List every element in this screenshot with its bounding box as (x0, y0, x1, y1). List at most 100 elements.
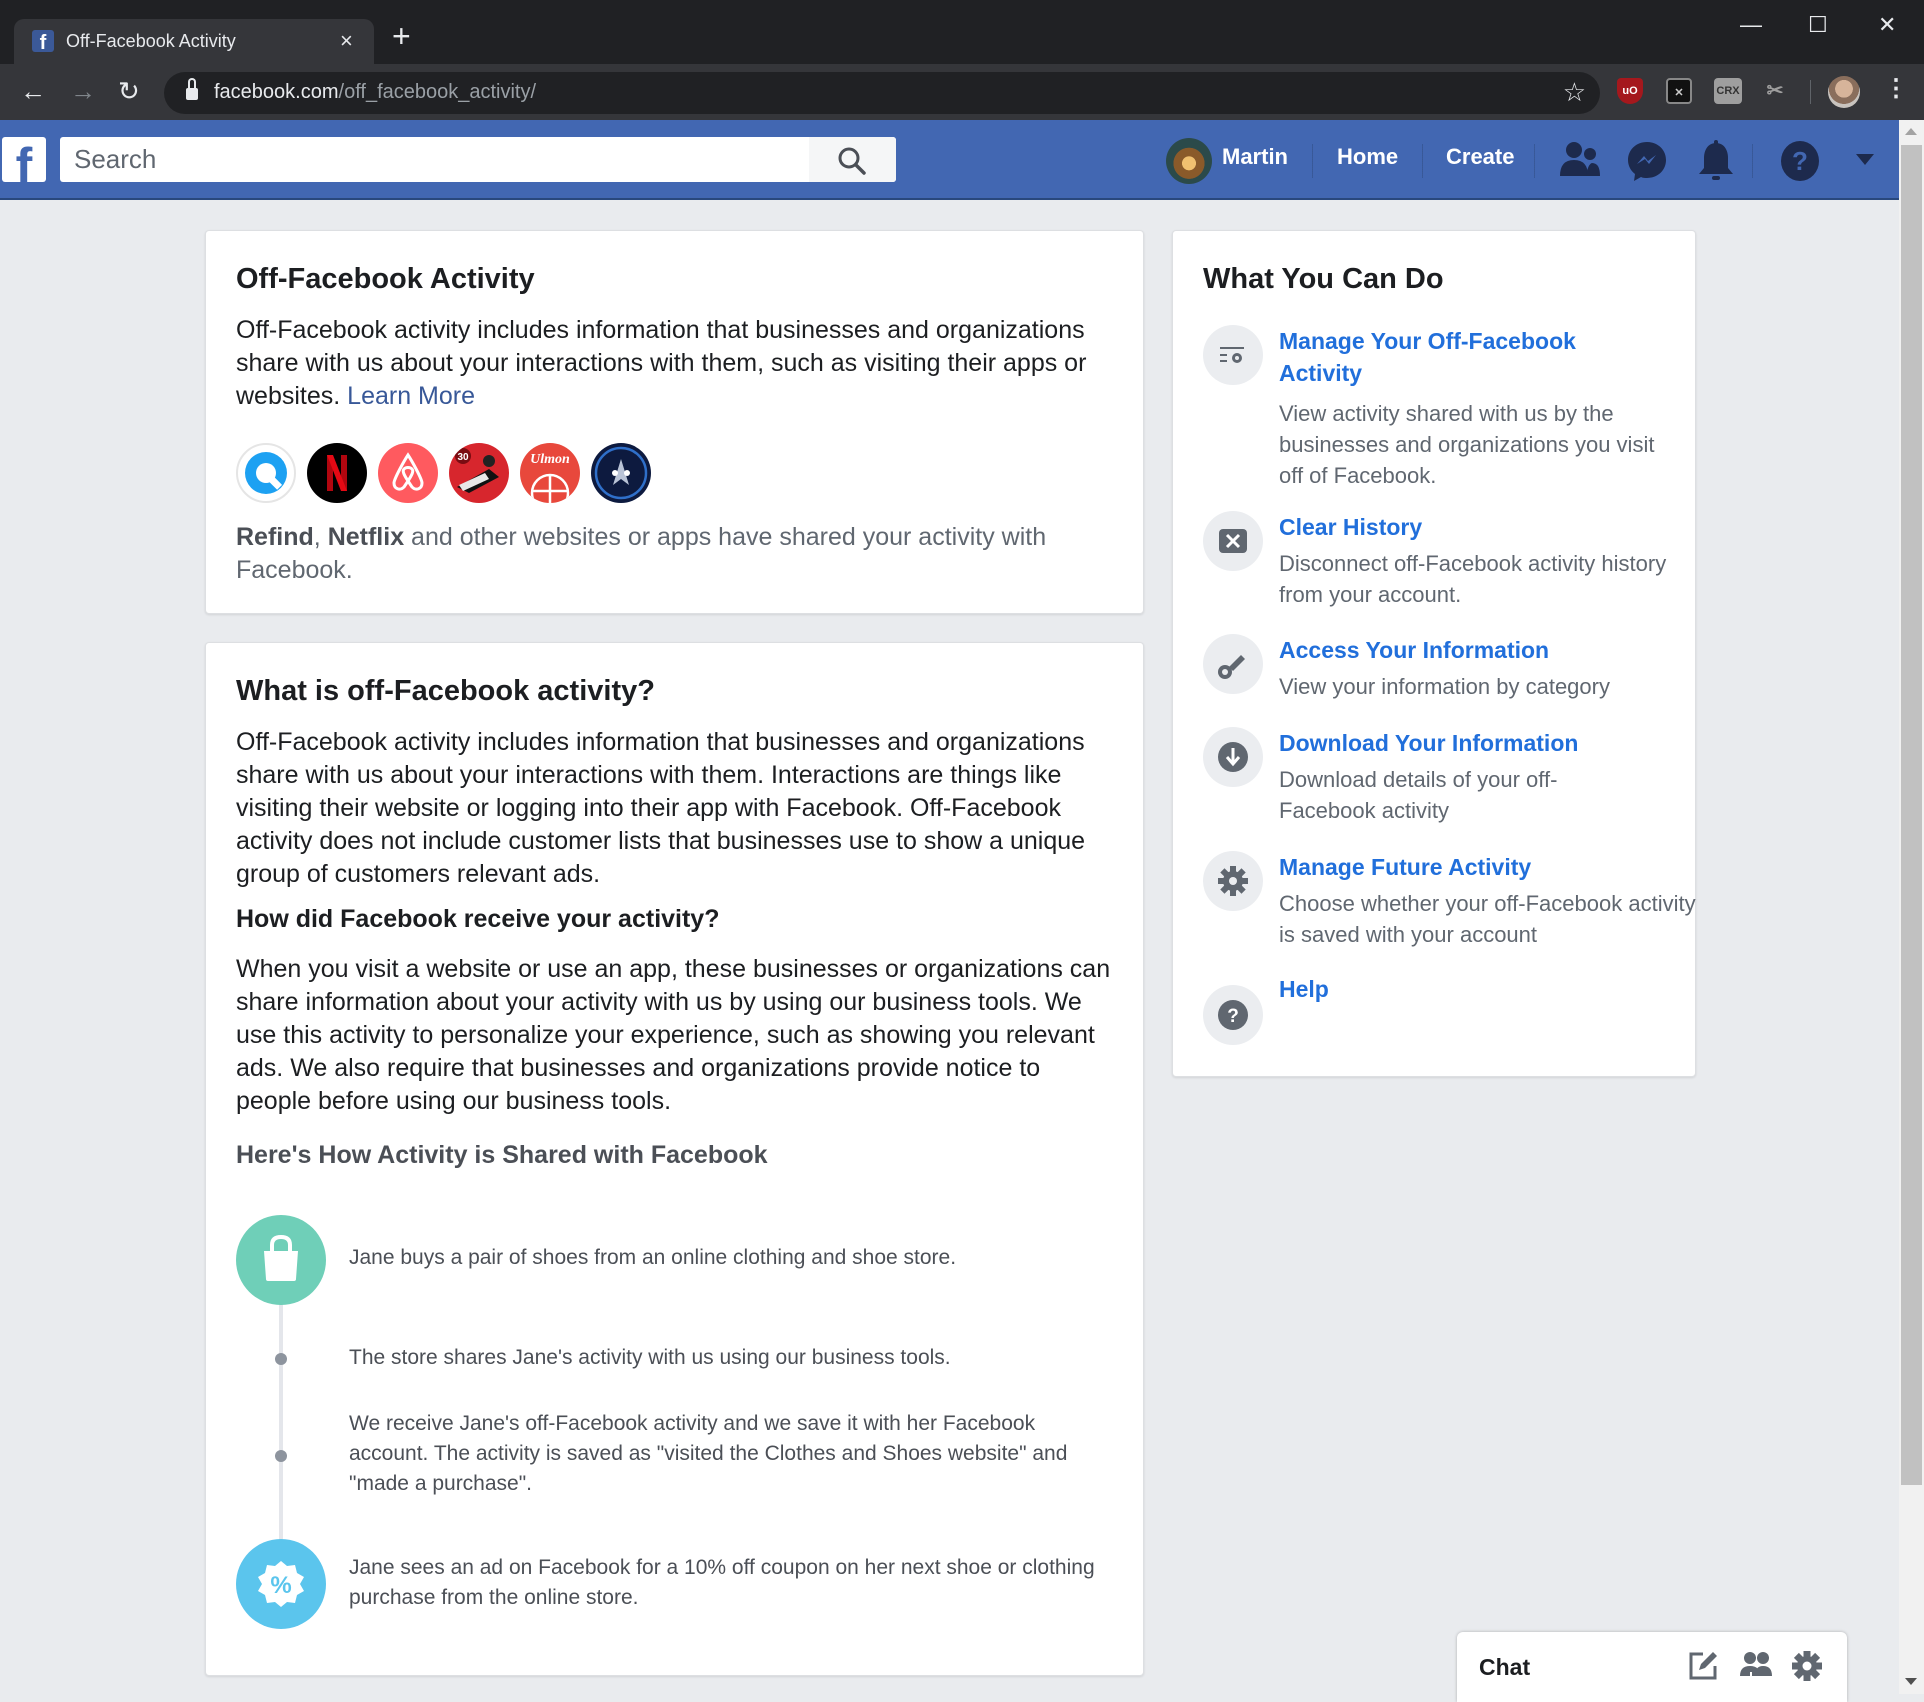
intro-description: Off-Facebook activity includes informati… (236, 314, 1116, 413)
action-title[interactable]: Access Your Information (1279, 634, 1549, 666)
scissors-extension-icon[interactable]: ✂ (1762, 78, 1788, 104)
gear-icon-wrap (1203, 851, 1263, 911)
url-text[interactable]: facebook.com/off_facebook_activity/ (214, 81, 536, 104)
scroll-down-arrow-icon[interactable] (1905, 1678, 1917, 1685)
clear-icon (1219, 529, 1247, 553)
cookie-extension-icon[interactable]: ✕ (1666, 78, 1692, 104)
key-icon (1218, 655, 1245, 679)
timeline-step-3-dot (275, 1450, 287, 1462)
timeline-step-2-text: The store shares Jane's activity with us… (349, 1346, 951, 1369)
crx-extension-icon[interactable]: CRX (1714, 78, 1742, 104)
airbnb-app-icon[interactable] (378, 443, 438, 503)
user-avatar[interactable] (1166, 138, 1212, 184)
learn-more-link[interactable]: Learn More (347, 382, 475, 410)
home-link[interactable]: Home (1337, 144, 1398, 170)
lock-shackle (188, 78, 196, 88)
clear-icon-wrap (1203, 511, 1263, 571)
shopping-bag-icon (264, 1234, 298, 1281)
svg-text:%: % (270, 1572, 291, 1599)
shared-by-netflix[interactable]: Netflix (328, 523, 404, 551)
account-menu-caret-icon[interactable] (1856, 154, 1874, 166)
manage-activity-icon-wrap (1203, 325, 1263, 385)
address-bar[interactable]: facebook.com/off_facebook_activity/ ☆ (164, 72, 1600, 114)
download-icon (1218, 742, 1248, 772)
browser-title-bar: f Off-Facebook Activity × + — ☐ ✕ (0, 0, 1924, 65)
new-message-icon[interactable] (1687, 1650, 1719, 1682)
what-is-paragraph: Off-Facebook activity includes informati… (236, 728, 1086, 888)
action-title[interactable]: Clear History (1279, 511, 1422, 543)
gear-icon (1218, 866, 1248, 896)
chrome-menu-icon[interactable]: ⋮ (1884, 74, 1908, 103)
svg-text:?: ? (1227, 1006, 1239, 1027)
page-scrollbar[interactable] (1899, 120, 1924, 1694)
chat-bar[interactable]: Chat (1457, 1632, 1847, 1702)
intro-title: Off-Facebook Activity (236, 263, 535, 295)
tab-close-icon[interactable]: × (340, 28, 353, 54)
help-circle-icon: ? (1218, 1000, 1248, 1030)
action-title[interactable]: Help (1279, 973, 1329, 1005)
header-divider (1752, 144, 1753, 178)
chat-label[interactable]: Chat (1479, 1654, 1530, 1681)
action-title[interactable]: Manage Future Activity (1279, 851, 1531, 883)
ulmon-app-icon[interactable]: Ulmon (520, 443, 580, 503)
manage-activity-icon (1220, 347, 1244, 363)
action-help[interactable]: ? Help (1203, 973, 1673, 1045)
action-desc: Disconnect off-Facebook activity history… (1279, 551, 1667, 607)
profile-avatar[interactable] (1828, 76, 1860, 108)
facebook-logo-icon[interactable]: f (2, 137, 46, 182)
svg-text:?: ? (1792, 146, 1808, 176)
search-box (60, 137, 896, 182)
action-title[interactable]: Download Your Information (1279, 727, 1578, 759)
actions-title: What You Can Do (1203, 263, 1444, 295)
create-group-icon[interactable] (1739, 1650, 1773, 1682)
new-tab-button[interactable]: + (392, 20, 411, 52)
action-manage-future-activity[interactable]: Manage Future Activity Choose whether yo… (1203, 851, 1696, 961)
action-desc: View activity shared with us by the busi… (1279, 401, 1655, 488)
fitness-app-icon[interactable]: 30 (449, 443, 509, 503)
create-link[interactable]: Create (1446, 144, 1514, 170)
scroll-up-arrow-icon[interactable] (1905, 128, 1917, 135)
minimize-button[interactable]: — (1740, 12, 1762, 38)
action-title[interactable]: Manage Your Off-Facebook Activity (1279, 325, 1659, 389)
toolbar-divider (1810, 80, 1811, 104)
refind-app-icon[interactable] (236, 443, 296, 503)
action-manage-activity[interactable]: Manage Your Off-Facebook Activity View a… (1203, 325, 1673, 488)
bookmark-star-icon[interactable]: ☆ (1563, 77, 1586, 108)
chat-settings-gear-icon[interactable] (1791, 1650, 1823, 1682)
close-window-button[interactable]: ✕ (1878, 12, 1896, 38)
shared-by-refind[interactable]: Refind (236, 523, 314, 551)
shared-sep: , (313, 523, 328, 551)
timeline-step-4-badge: % (236, 1539, 326, 1629)
what-you-can-do-card: What You Can Do Manage Your Off-Facebook… (1172, 230, 1696, 1077)
lock-icon[interactable] (186, 88, 198, 100)
messenger-icon[interactable] (1626, 140, 1668, 182)
facebook-header: f Martin Home Create ? (0, 120, 1899, 200)
search-input[interactable] (60, 137, 809, 182)
browser-tab[interactable]: f Off-Facebook Activity × (14, 19, 374, 65)
intro-card: Off-Facebook Activity Off-Facebook activ… (205, 230, 1144, 614)
action-clear-history[interactable]: Clear History Disconnect off-Facebook ac… (1203, 511, 1673, 621)
what-is-card: What is off-Facebook activity? Off-Faceb… (205, 642, 1144, 1676)
action-download-information[interactable]: Download Your Information Download detai… (1203, 727, 1673, 837)
maximize-button[interactable]: ☐ (1808, 12, 1828, 38)
netflix-app-icon[interactable] (307, 443, 367, 503)
action-desc: Download details of your off-Facebook ac… (1279, 767, 1558, 823)
back-arrow-icon[interactable]: ← (20, 76, 46, 106)
profile-link[interactable]: Martin (1222, 144, 1288, 170)
notifications-bell-icon[interactable] (1696, 140, 1736, 184)
reload-icon[interactable]: ↻ (118, 76, 140, 106)
action-access-information[interactable]: Access Your Information View your inform… (1203, 634, 1673, 714)
ublock-extension-icon[interactable]: uO (1617, 78, 1643, 104)
url-host: facebook.com (214, 81, 339, 103)
percent-badge-icon: % (258, 1561, 304, 1607)
forward-arrow-icon[interactable]: → (70, 76, 96, 106)
timeline-title: Here's How Activity is Shared with Faceb… (236, 1141, 768, 1169)
friends-icon[interactable] (1558, 140, 1602, 180)
help-icon[interactable]: ? (1780, 140, 1820, 182)
action-desc: Choose whether your off-Facebook activit… (1279, 891, 1696, 947)
scrollbar-thumb[interactable] (1901, 145, 1922, 1485)
star-app-icon[interactable] (591, 443, 651, 503)
search-button[interactable] (809, 137, 896, 182)
timeline-step-1-text: Jane buys a pair of shoes from an online… (349, 1246, 957, 1269)
svg-text:Ulmon: Ulmon (530, 452, 570, 467)
